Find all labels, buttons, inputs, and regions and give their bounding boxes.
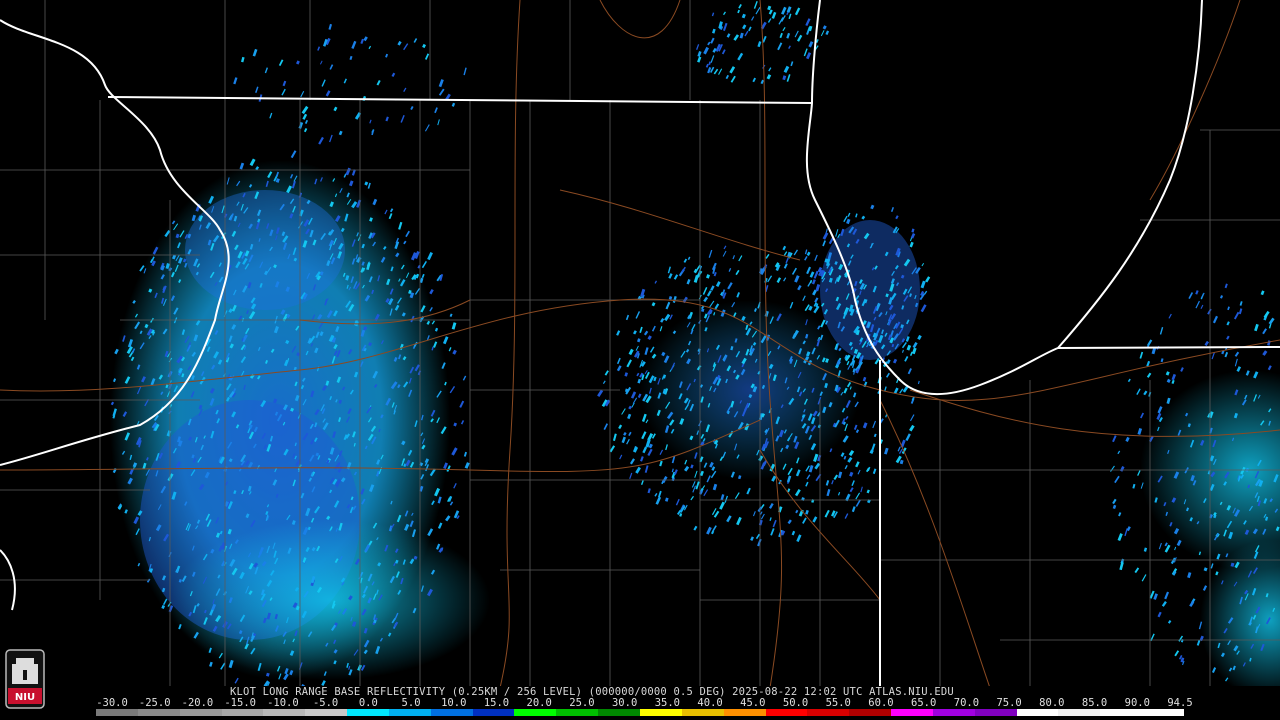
colorbar-tick-label: 75.0 <box>996 697 1022 709</box>
colorbar-segment <box>472 709 515 716</box>
colorbar-segment <box>347 709 389 716</box>
niu-logo: NIU <box>5 649 45 709</box>
colorbar-segment <box>221 709 264 716</box>
colorbar-tick-label: 20.0 <box>526 697 552 709</box>
colorbar-tick-label: 30.0 <box>611 697 638 709</box>
colorbar-tick-label: 50.0 <box>782 697 809 709</box>
colorbar-tick-labels: -30.0 -25.0 -20.0 -15.0 -10.0 -5.0 0.0 5.0 10.0 1… <box>0 697 1280 709</box>
colorbar-tick-label: -15.0 <box>224 697 256 709</box>
colorbar-tick-label: 10.0 <box>441 697 467 709</box>
colorbar-segment <box>1016 709 1059 716</box>
colorbar-segment <box>514 709 557 716</box>
colorbar-tick-label: 60.0 <box>868 697 894 709</box>
colorbar-segment <box>1058 709 1101 716</box>
colorbar-segment <box>137 709 180 716</box>
niu-logo-text: NIU <box>15 692 35 703</box>
colorbar-tick-label: 0.0 <box>358 697 378 709</box>
colorbar-segment <box>765 709 808 716</box>
colorbar-segment <box>263 709 306 716</box>
colorbar-segment <box>974 709 1017 716</box>
colorbar-segment <box>556 709 599 716</box>
colorbar-tick-label: 40.0 <box>697 697 723 709</box>
colorbar-segment <box>1100 709 1143 716</box>
colorbar-segment <box>639 709 682 716</box>
colorbar-tick-label: 35.0 <box>654 697 681 709</box>
colorbar-segment <box>598 709 640 716</box>
colorbar-tick-label: -10.0 <box>267 697 299 709</box>
reflectivity-colorbar <box>96 709 1184 716</box>
colorbar-tick-label: 70.0 <box>953 697 980 709</box>
colorbar-segment <box>723 709 766 716</box>
colorbar-segment <box>430 709 473 716</box>
colorbar-segment <box>96 709 138 716</box>
colorbar-segment <box>179 709 222 716</box>
colorbar-segment <box>932 709 975 716</box>
colorbar-tick-label: 15.0 <box>483 697 510 709</box>
colorbar-tick-label: -25.0 <box>138 697 171 709</box>
colorbar-tick-label: -5.0 <box>312 697 339 709</box>
colorbar-tick-label: 85.0 <box>1081 697 1108 709</box>
colorbar-tick-label: 80.0 <box>1039 697 1065 709</box>
reflectivity-echoes-central <box>640 220 920 480</box>
colorbar-segment <box>1142 709 1184 716</box>
colorbar-tick-label: -30.0 <box>96 697 128 709</box>
colorbar-tick-label: 25.0 <box>569 697 595 709</box>
colorbar-segment <box>807 709 850 716</box>
colorbar-tick-label: 90.0 <box>1124 697 1150 709</box>
colorbar-tick-label: 5.0 <box>401 697 421 709</box>
colorbar-tick-label: 65.0 <box>911 697 937 709</box>
colorbar-tick-label: 94.5 <box>1167 697 1193 709</box>
colorbar-segment <box>388 709 431 716</box>
colorbar-segment <box>849 709 892 716</box>
colorbar-tick-label: 45.0 <box>740 697 766 709</box>
colorbar-segment <box>891 709 933 716</box>
radar-map[interactable] <box>0 0 1280 688</box>
colorbar-segment <box>305 709 348 716</box>
colorbar-tick-label: -20.0 <box>181 697 214 709</box>
colorbar-segment <box>681 709 724 716</box>
colorbar-tick-label: 55.0 <box>825 697 851 709</box>
